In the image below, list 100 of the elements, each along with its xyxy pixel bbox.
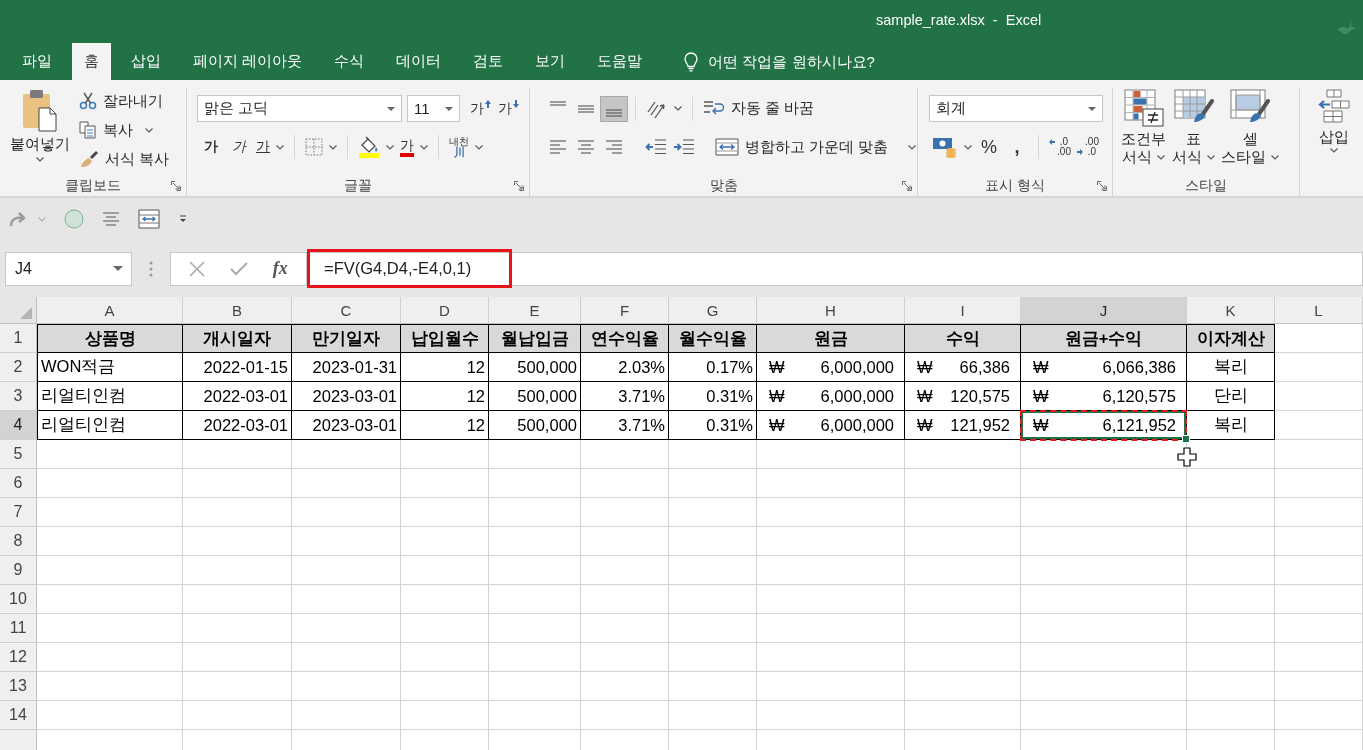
group-label: 맞춤 [709,177,738,195]
decrease-decimal-button[interactable]: .00 .0 [1074,134,1102,160]
ribbon-tab[interactable]: 삽입 [119,43,173,80]
copy-button[interactable]: 복사 [79,117,170,143]
amount-text: 6,000,000 [820,386,894,406]
column-header[interactable]: L [1275,297,1363,324]
comma-button[interactable]: , [1003,134,1031,160]
ribbon-tab[interactable]: 도움말 [585,43,655,80]
ribbon-tab[interactable]: 수식 [322,43,377,80]
chevron-down-icon [1207,154,1215,160]
conditional-formatting-button[interactable]: 조건부 서식 [1121,88,1166,176]
row-header[interactable]: 9 [0,556,37,585]
lightbulb-icon[interactable] [684,51,699,72]
arrow-left-icon [1049,139,1056,145]
align-center-icon[interactable] [102,212,120,226]
percent-button[interactable]: % [975,134,1003,160]
clipboard-icon [22,88,58,132]
column-header[interactable]: D [401,297,489,324]
row-header[interactable]: 4 [0,411,37,440]
merge-cells-icon[interactable] [138,209,160,229]
cell-styles-button[interactable]: 셀 스타일 [1221,88,1279,176]
grow-font-button[interactable]: 가 [466,95,494,122]
format-painter-button[interactable]: 서식 복사 [79,146,170,172]
shrink-font-button[interactable]: 가 [494,95,522,122]
fill-handle-icon[interactable] [1182,435,1190,443]
align-left-icon [549,140,567,154]
chevron-down-icon[interactable] [38,216,46,222]
insert-function-button[interactable]: fx [272,258,288,279]
drag-handle-icon[interactable] [149,260,153,277]
row-header[interactable]: 11 [0,614,37,643]
formula-field[interactable]: =FV(G4,D4,-E4,0,1) [307,251,1363,286]
header-cell: 월수익율 [669,324,757,353]
underline-button[interactable]: 가 [253,134,287,160]
phonetic-guide-button[interactable]: 내천 川 [446,134,486,160]
tell-me-field[interactable]: 어떤 작업을 원하시나요? [708,53,939,70]
paste-button[interactable]: 붙여넣기 [5,88,75,176]
column-header[interactable]: H [757,297,905,324]
dialog-launcher-icon[interactable] [171,181,181,191]
row-header[interactable]: 5 [0,440,37,469]
dialog-launcher-icon[interactable] [902,181,912,191]
customize-toolbar-icon[interactable] [178,214,188,224]
name-box[interactable]: J4 [5,251,132,286]
table-cell: 2023-01-31 [292,353,401,382]
cancel-icon[interactable] [189,260,206,277]
ribbon-tab[interactable]: 파일 [10,43,64,80]
table-cell: 2023-03-01 [292,411,401,440]
insert-cells-button[interactable]: 삽입 [1308,88,1350,196]
row-header[interactable]: 12 [0,643,37,672]
row-header[interactable]: 14 [0,701,37,730]
column-header[interactable]: A [37,297,183,324]
ribbon-tab[interactable]: 보기 [523,43,578,80]
ribbon-tab[interactable]: 검토 [461,43,516,80]
table-cell: 12 [401,382,489,411]
row-header[interactable]: 6 [0,469,37,498]
column-header[interactable]: E [489,297,581,324]
cursor-icon [1177,447,1197,467]
column-header[interactable]: K [1187,297,1275,324]
format-as-table-button[interactable]: 표 서식 [1172,88,1215,176]
select-all-button[interactable] [0,297,37,324]
paintbrush-icon [79,150,99,168]
checkmark-icon[interactable] [230,261,248,276]
font-color-button[interactable]: 가 [397,134,431,160]
header-cell: 납입월수 [401,324,489,353]
column-header[interactable]: C [292,297,401,324]
table-cell: 500,000 [489,382,581,411]
column-header[interactable]: J [1021,297,1187,324]
font-name-combobox[interactable]: 맑은 고딕 [197,95,402,122]
italic-button[interactable]: 가 [225,134,253,160]
wrap-text-button[interactable]: 자동 줄 바꿈 [700,95,818,122]
increase-decimal-button[interactable]: .0 .00 [1046,134,1074,160]
column-header[interactable]: F [581,297,669,324]
column-header[interactable]: G [669,297,757,324]
chevron-down-icon [964,144,972,150]
column-header[interactable]: B [183,297,292,324]
ribbon-tab[interactable]: 페이지 레이아웃 [181,43,315,80]
column-header[interactable]: I [905,297,1021,324]
dialog-launcher-icon[interactable] [514,181,524,191]
dialog-launcher-icon[interactable] [1097,181,1107,191]
font-size-combobox[interactable]: 11 [407,95,460,122]
merge-center-button[interactable]: 병합하고 가운데 맞춤 [712,134,920,160]
cut-button[interactable]: 잘라내기 [79,88,170,114]
ribbon-tab[interactable]: 홈 [72,43,111,80]
row-header[interactable]: 2 [0,353,37,382]
paint-bucket-icon [358,136,380,158]
bold-button[interactable]: 가 [197,134,225,160]
table-cell: 0.31% [669,382,757,411]
row-header[interactable]: 13 [0,672,37,701]
amount-text: 6,120,575 [1102,386,1176,406]
ribbon-tab[interactable]: 데이터 [384,43,454,80]
row-header[interactable]: 10 [0,585,37,614]
table-cell: 3.71% [581,411,669,440]
row-header[interactable]: 7 [0,498,37,527]
row-header[interactable]: 3 [0,382,37,411]
number-format-combobox[interactable]: 회계 [929,95,1103,122]
row-header[interactable]: 1 [0,324,37,353]
dropdown-arrow-icon [113,266,123,271]
row-header[interactable]: 8 [0,527,37,556]
circle-icon[interactable] [64,209,84,229]
chevron-down-icon [276,144,284,150]
align-bottom-button[interactable] [600,95,628,122]
